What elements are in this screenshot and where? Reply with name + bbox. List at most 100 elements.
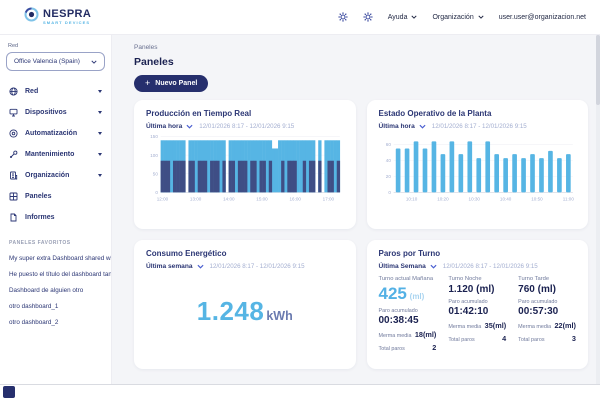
sidebar-item-label: Mantenimiento — [25, 151, 74, 158]
panels-icon — [9, 192, 18, 201]
brand-name: NESPRA — [43, 9, 91, 20]
sidebar: Red Office Valencia (Spain) Red Disposit… — [0, 35, 112, 385]
card-produccion: Producción en Tiempo Real Última hora 12… — [134, 100, 356, 229]
sidebar-item-label: Paneles — [25, 193, 51, 200]
shifts-grid: Turno actual Mañana 425 (ml) Paro acumul… — [379, 276, 577, 352]
favorite-panel-item[interactable]: My super extra Dashboard shared wit... — [0, 250, 111, 266]
shift-amount: 425 (ml) — [379, 284, 437, 304]
svg-text:16:00: 16:00 — [289, 197, 301, 202]
merma-media-value: 18(ml) — [415, 330, 437, 339]
svg-text:10:20: 10:20 — [437, 197, 449, 202]
date-range: 12/01/2026 8:17 - 12/01/2026 9:15 — [443, 263, 538, 270]
chevron-down-icon — [91, 59, 97, 65]
sidebar-item-organizacion[interactable]: Organización — [0, 165, 111, 186]
main-content: Paneles Paneles + Nuevo Panel Producción… — [112, 35, 600, 385]
range-selector[interactable]: Última hora — [146, 123, 193, 130]
svg-text:60: 60 — [385, 142, 391, 147]
estado-chart: 020406010:1010:2010:3010:4010:5011:00 — [379, 132, 577, 209]
svg-text:11:00: 11:00 — [562, 197, 574, 202]
sidebar-item-label: Dispositivos — [25, 109, 67, 116]
devices-icon — [9, 108, 18, 117]
sidebar-item-label: Informes — [25, 214, 55, 221]
page-title: Paneles — [134, 56, 588, 68]
help-menu[interactable]: Ayuda — [388, 14, 418, 21]
vertical-scrollbar[interactable] — [596, 35, 600, 385]
paro-acumulado-label: Paro acumulado — [448, 299, 506, 305]
range-label: Última Semana — [379, 263, 426, 270]
total-paros-value: 4 — [502, 334, 506, 343]
caret-down-icon — [98, 132, 102, 135]
sidebar-item-paneles[interactable]: Paneles — [0, 186, 111, 207]
card-title: Producción en Tiempo Real — [146, 109, 344, 118]
favorite-panel-item[interactable]: Dashboard de alguien otro — [0, 282, 111, 298]
organization-icon — [9, 171, 18, 180]
footer-logo-mark — [3, 386, 15, 398]
sidebar-item-automatizacion[interactable]: Automatización — [0, 123, 111, 144]
nespra-logo-icon — [24, 7, 39, 27]
svg-text:100: 100 — [150, 153, 158, 158]
svg-text:14:00: 14:00 — [223, 197, 235, 202]
svg-text:15:00: 15:00 — [256, 197, 268, 202]
range-selector[interactable]: Última hora — [379, 123, 426, 130]
sidebar-item-informes[interactable]: Informes — [0, 207, 111, 228]
maintenance-icon — [9, 150, 18, 159]
shift-amount: 760 (ml) — [518, 284, 576, 295]
gear-icon-1[interactable] — [338, 12, 348, 22]
merma-media-value: 22(ml) — [554, 321, 576, 330]
favorites-section-title: PANELES FAVORITOS — [0, 228, 111, 250]
total-paros-label: Total paros — [448, 337, 474, 343]
chevron-down-icon — [197, 263, 204, 270]
svg-text:10:40: 10:40 — [499, 197, 511, 202]
favorite-panel-item[interactable]: He puesto el título del dashboard tan... — [0, 266, 111, 282]
paro-acumulado-label: Paro acumulado — [518, 299, 576, 305]
caret-down-icon — [98, 111, 102, 114]
network-select[interactable]: Office Valencia (Spain) — [6, 52, 105, 71]
help-label: Ayuda — [388, 14, 408, 21]
brand-logo[interactable]: NESPRA SMART DEVICES — [24, 7, 91, 27]
plus-icon: + — [145, 79, 150, 88]
svg-text:10:10: 10:10 — [405, 197, 417, 202]
favorite-panel-item[interactable]: otro dashboard_1 — [0, 298, 111, 314]
shift-amount: 1.120 (ml) — [448, 284, 506, 295]
date-range: 12/01/2026 8:17 - 12/01/2026 9:15 — [432, 123, 527, 130]
sidebar-item-mantenimiento[interactable]: Mantenimiento — [0, 144, 111, 165]
merma-media-value: 35(ml) — [485, 321, 507, 330]
card-paros: Paros por Turno Última Semana 12/01/2026… — [367, 240, 589, 369]
network-select-label: Red — [8, 43, 103, 49]
svg-text:13:00: 13:00 — [190, 197, 202, 202]
sidebar-item-dispositivos[interactable]: Dispositivos — [0, 102, 111, 123]
range-selector[interactable]: Última Semana — [379, 263, 437, 270]
shift-name: Turno actual Mañana — [379, 276, 437, 282]
gear-icon-2[interactable] — [363, 12, 373, 22]
sidebar-item-red[interactable]: Red — [0, 81, 111, 102]
organization-menu[interactable]: Organización — [432, 14, 483, 21]
produccion-chart: 05010015012:0013:0014:0015:0016:0017:00 — [146, 132, 344, 209]
range-selector[interactable]: Última semana — [146, 263, 204, 270]
favorite-panel-item[interactable]: otro dashboard_2 — [0, 314, 111, 330]
organization-label: Organización — [432, 14, 473, 21]
svg-text:20: 20 — [385, 174, 391, 179]
merma-media-label: Merma media — [448, 324, 481, 330]
globe-icon — [9, 87, 18, 96]
svg-text:0: 0 — [388, 190, 391, 195]
card-title: Consumo Energético — [146, 249, 344, 258]
merma-media-label: Merma media — [379, 333, 412, 339]
svg-text:150: 150 — [150, 134, 158, 139]
new-panel-button[interactable]: + Nuevo Panel — [134, 75, 208, 92]
svg-text:40: 40 — [385, 158, 391, 163]
user-email[interactable]: user.user@organizacion.net — [499, 14, 586, 21]
breadcrumb[interactable]: Paneles — [134, 44, 588, 51]
card-estado: Estado Operativo de la Planta Última hor… — [367, 100, 589, 229]
paro-acumulado-value: 00:38:45 — [379, 315, 437, 326]
merma-media-label: Merma media — [518, 324, 551, 330]
date-range: 12/01/2026 8:17 - 12/01/2026 9:15 — [199, 123, 294, 130]
card-title: Paros por Turno — [379, 249, 577, 258]
caret-down-icon — [98, 174, 102, 177]
paro-acumulado-label: Paro acumulado — [379, 308, 437, 314]
scrollbar-thumb[interactable] — [596, 35, 600, 105]
automation-icon — [9, 129, 18, 138]
date-range: 12/01/2026 8:17 - 12/01/2026 9:15 — [210, 263, 305, 270]
sidebar-menu: Red Dispositivos Automatización Mantenim… — [0, 81, 111, 228]
shift-column-tarde: Turno Tarde 760 (ml) Paro acumulado 00:5… — [518, 276, 576, 352]
reports-icon — [9, 213, 18, 222]
